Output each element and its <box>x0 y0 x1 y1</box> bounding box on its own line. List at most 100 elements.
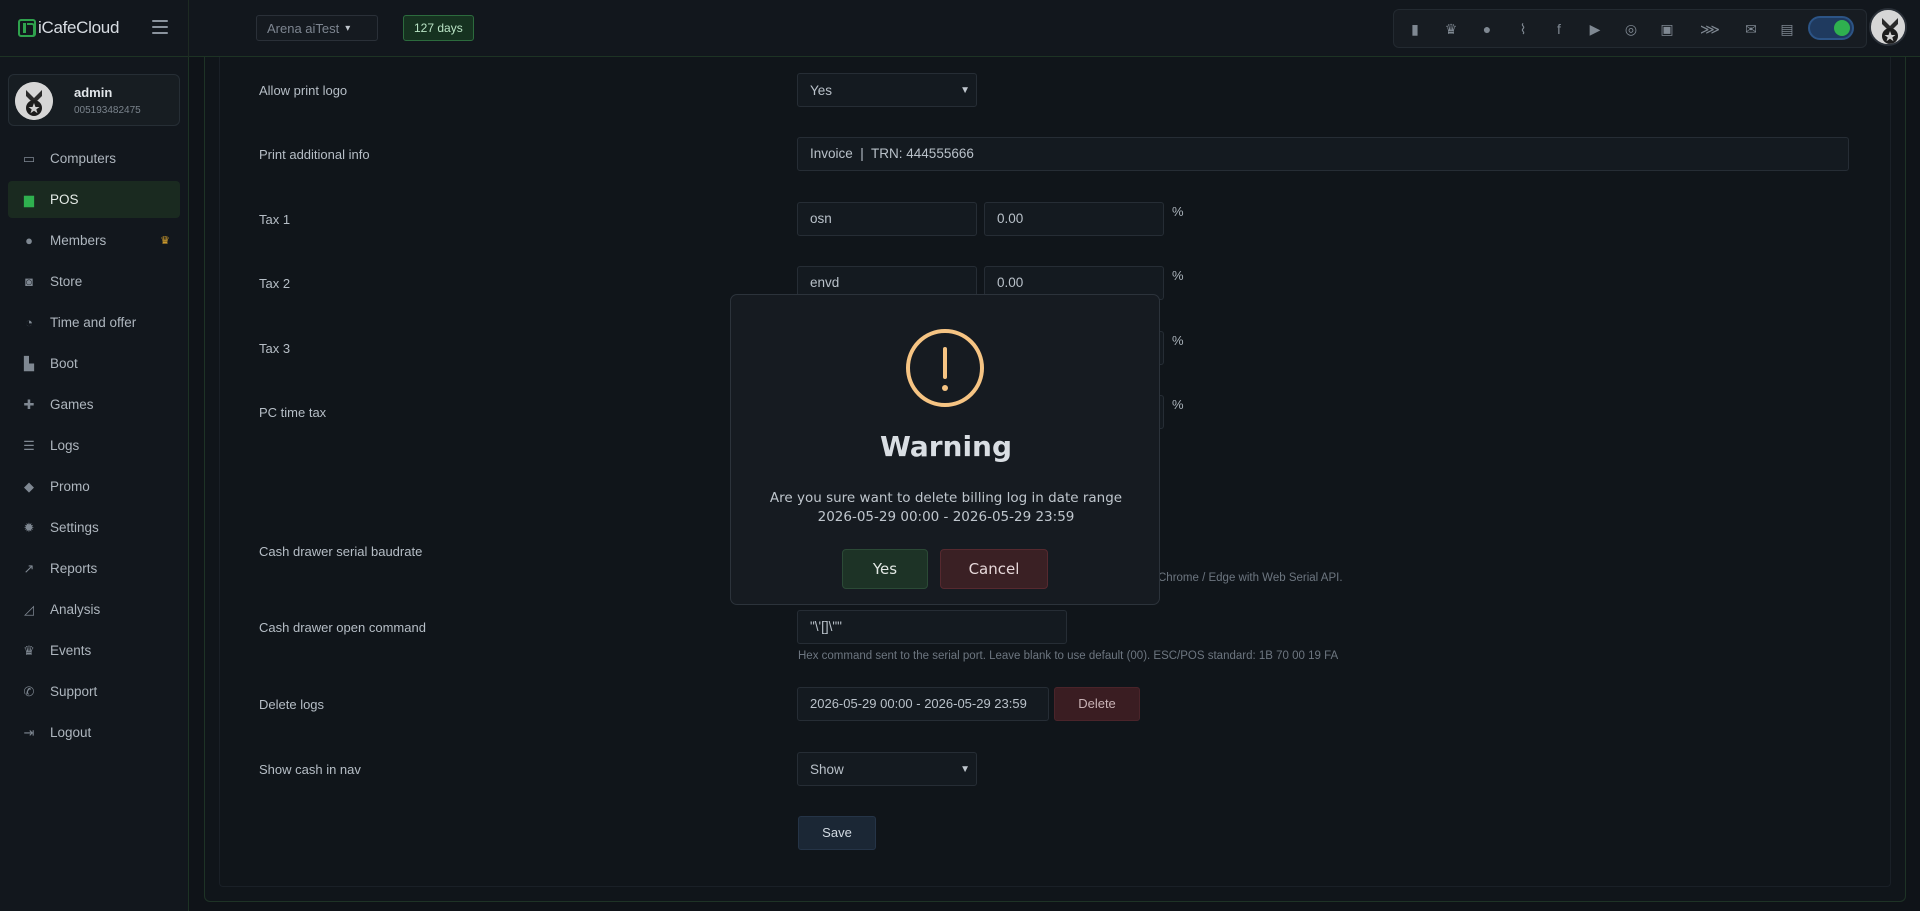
tax1-rate-input[interactable]: 0.00 <box>984 202 1164 236</box>
tax2-percent-sign: % <box>1172 268 1184 283</box>
stopwatch-icon: ◔ <box>25 314 33 330</box>
tax1-label: Tax 1 <box>259 212 291 227</box>
sidebar-item-reports[interactable]: ↗ Reports <box>8 550 180 587</box>
tax1-name-input[interactable]: osn <box>797 202 977 236</box>
cash-drawer-baudrate-help: Chrome / Edge with Web Serial API. <box>1158 572 1343 584</box>
sidebar-item-events[interactable]: ♛ Events <box>8 632 180 669</box>
globe-icon[interactable]: ◎ <box>1622 20 1640 38</box>
tag-icon: ◆ <box>24 478 34 494</box>
phone-icon: ✆ <box>23 683 35 699</box>
sidebar-item-label: Promo <box>50 479 90 494</box>
youtube-icon[interactable]: ▶ <box>1586 20 1604 38</box>
dialog-title: Warning <box>879 430 1013 463</box>
sidebar-item-label: Time and offer <box>50 315 137 330</box>
delete-logs-date-range-input[interactable]: 2026-05-29 00:00 - 2026-05-29 23:59 <box>797 687 1049 721</box>
cash-drawer-command-input[interactable]: "\'[]\"" <box>797 610 1067 644</box>
facebook-icon[interactable]: f <box>1550 20 1568 38</box>
arena-select[interactable]: Arena aiTest ▾ <box>256 15 378 41</box>
dialog-message-line2: 2026-05-29 00:00 - 2026-05-29 23:59 <box>817 509 1075 525</box>
avatar-badge-icon <box>1871 10 1905 44</box>
user-name: admin <box>74 85 113 100</box>
allow-print-logo-select[interactable]: Yes ▼ <box>797 73 977 107</box>
pc-time-tax-label: PC time tax <box>259 405 327 420</box>
crown-icon: ♛ <box>160 235 170 247</box>
sidebar: admin 005193482475 ▭ Computers ▆ POS ● Memb… <box>0 57 189 911</box>
show-cash-in-nav-value: Show <box>810 761 844 777</box>
cash-drawer-command-help: Hex command sent to the serial port. Lea… <box>798 650 1339 662</box>
boot-icon: ▙ <box>24 355 34 371</box>
delete-logs-button[interactable]: Delete <box>1054 687 1140 721</box>
sidebar-item-label: Logs <box>50 438 80 453</box>
arena-select-value: Arena aiTest <box>267 20 340 36</box>
trophy-icon[interactable]: ♛ <box>1442 20 1460 38</box>
theme-toggle[interactable] <box>1808 16 1854 40</box>
sidebar-item-settings[interactable]: ✹ Settings <box>8 509 180 546</box>
sidebar-item-label: Store <box>50 274 83 289</box>
mail-icon[interactable]: ✉ <box>1742 20 1760 38</box>
tax3-percent-sign: % <box>1172 333 1184 348</box>
app-logo[interactable]: iCafeCloud <box>18 18 119 38</box>
show-cash-in-nav-select[interactable]: Show ▼ <box>797 752 977 786</box>
tax1-percent-sign: % <box>1172 204 1184 219</box>
group-icon[interactable]: ● <box>1478 20 1496 38</box>
sidebar-item-analysis[interactable]: ◿ Analysis <box>8 591 180 628</box>
cash-drawer-command-label: Cash drawer open command <box>259 620 426 635</box>
gear-icon: ✹ <box>23 519 35 535</box>
sidebar-item-computers[interactable]: ▭ Computers <box>8 140 180 177</box>
confirm-yes-button[interactable]: Yes <box>842 549 928 589</box>
leaderboard-icon[interactable]: ▮ <box>1406 20 1424 38</box>
cash-drawer-baudrate-label: Cash drawer serial baudrate <box>259 544 423 559</box>
chevron-down-icon: ▼ <box>960 84 970 96</box>
sidebar-item-pos[interactable]: ▆ POS <box>8 181 180 218</box>
sidebar-item-boot[interactable]: ▙ Boot <box>8 345 180 382</box>
handshake-icon[interactable]: ⋙ <box>1700 20 1720 38</box>
avatar <box>15 82 53 120</box>
list-icon: ☰ <box>23 437 35 453</box>
warning-icon <box>906 329 984 407</box>
sidebar-item-support[interactable]: ✆ Support <box>8 673 180 710</box>
avatar-badge-icon <box>15 82 53 120</box>
tax3-label: Tax 3 <box>259 341 291 356</box>
sidebar-item-label: Games <box>50 397 94 412</box>
sidebar-item-label: Settings <box>50 520 99 535</box>
logout-icon: ⇥ <box>23 724 35 740</box>
show-cash-in-nav-label: Show cash in nav <box>259 762 361 777</box>
sidebar-item-time-and-offer[interactable]: ◔ Time and offer <box>8 304 180 341</box>
dialog-message: Are you sure want to delete billing log … <box>751 489 1141 527</box>
icafe-icon[interactable]: ▣ <box>1658 20 1676 38</box>
cancel-button[interactable]: Cancel <box>940 549 1048 589</box>
app-logo-text: iCafeCloud <box>38 18 120 37</box>
sidebar-item-label: Computers <box>50 151 117 166</box>
top-avatar[interactable] <box>1869 8 1907 46</box>
crown-icon: ♛ <box>23 642 35 658</box>
print-additional-info-input[interactable]: Invoice | TRN: 444555666 <box>797 137 1849 171</box>
sidebar-item-members[interactable]: ● Members ♛ <box>8 222 180 259</box>
menu-toggle-icon[interactable] <box>152 20 168 34</box>
sidebar-item-promo[interactable]: ◆ Promo <box>8 468 180 505</box>
sidebar-item-label: Boot <box>50 356 78 371</box>
sidebar-item-label: Logout <box>50 725 92 740</box>
print-additional-info-label: Print additional info <box>259 147 370 162</box>
monitor-icon: ▭ <box>22 150 36 166</box>
user-card[interactable]: admin 005193482475 <box>8 74 180 126</box>
sidebar-nav: ▭ Computers ▆ POS ● Members ♛ ◙ Store ◔ Time a… <box>8 140 180 755</box>
sidebar-item-logout[interactable]: ⇥ Logout <box>8 714 180 751</box>
save-button[interactable]: Save <box>798 816 876 850</box>
chat-icon[interactable]: ▤ <box>1778 20 1796 38</box>
delete-logs-label: Delete logs <box>259 697 325 712</box>
chart-line-icon: ↗ <box>23 560 35 576</box>
icafe-logo-icon <box>18 19 36 37</box>
analysis-icon: ◿ <box>24 601 34 617</box>
dialog-message-line1: Are you sure want to delete billing log … <box>769 490 1123 506</box>
license-days-badge: 127 days <box>403 15 474 41</box>
bag-icon: ◙ <box>25 273 33 289</box>
sidebar-item-games[interactable]: ✚ Games <box>8 386 180 423</box>
sidebar-item-logs[interactable]: ☰ Logs <box>8 427 180 464</box>
gamepad-icon: ✚ <box>23 396 35 412</box>
sidebar-item-store[interactable]: ◙ Store <box>8 263 180 300</box>
sidebar-item-label: Reports <box>50 561 98 576</box>
sidebar-item-label: Events <box>50 643 92 658</box>
pc-time-tax-percent-sign: % <box>1172 397 1184 412</box>
rss-icon[interactable]: ⌇ <box>1514 20 1532 38</box>
sidebar-item-label: Support <box>50 684 98 699</box>
